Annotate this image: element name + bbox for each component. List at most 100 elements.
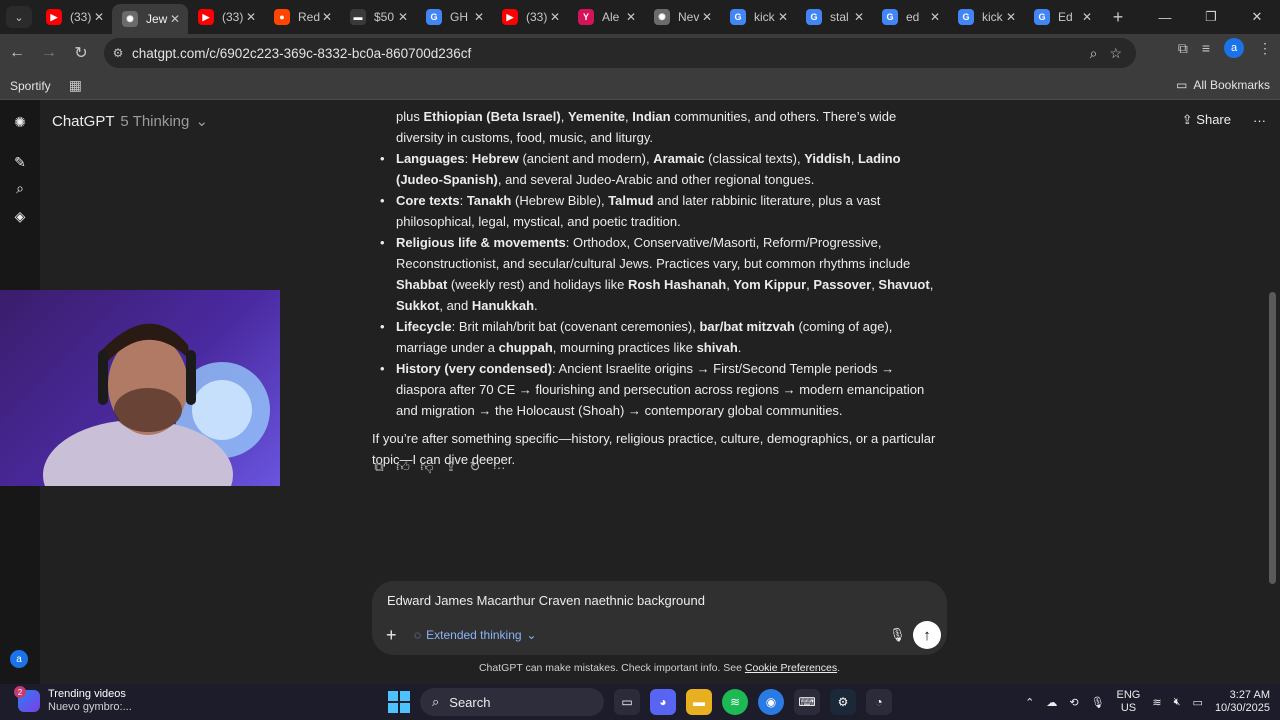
openai-logo-icon[interactable]: ✺ xyxy=(10,112,30,132)
thumbs-up-icon[interactable]: 👍︎ xyxy=(396,459,410,474)
prompt-input[interactable]: Edward James Macarthur Craven naethnic b… xyxy=(387,593,705,608)
apps-grid-icon[interactable]: ▦ xyxy=(69,77,82,94)
tab-title: Ale xyxy=(602,10,620,24)
profile-avatar[interactable]: a xyxy=(1224,38,1244,58)
onedrive-icon[interactable]: ☁ xyxy=(1046,696,1057,709)
address-bar[interactable]: ⚙ chatgpt.com/c/6902c223-369c-8332-bc0a-… xyxy=(104,38,1136,68)
extended-thinking-toggle[interactable]: ◌ Extended thinking ⌄ xyxy=(414,628,537,642)
browser-tab[interactable]: ▶ (33) ✕ xyxy=(36,3,112,31)
copy-icon[interactable]: ⧉ xyxy=(372,459,386,474)
tab-close-icon[interactable]: ✕ xyxy=(168,12,182,26)
browser-tab[interactable]: ▬ $50 ✕ xyxy=(340,3,416,31)
close-window-button[interactable]: ✕ xyxy=(1234,0,1280,34)
battery-icon[interactable]: ▭ xyxy=(1193,696,1203,709)
browser-menu-icon[interactable]: ⋮ xyxy=(1258,40,1272,57)
tab-close-icon[interactable]: ✕ xyxy=(548,10,562,24)
mic-tray-icon[interactable]: 🎙︎ xyxy=(1091,696,1105,709)
search-icon: ⌕ xyxy=(432,694,440,709)
tab-close-icon[interactable]: ✕ xyxy=(624,10,638,24)
user-avatar[interactable]: a xyxy=(10,650,28,668)
taskbar-search[interactable]: ⌕ Search xyxy=(420,688,604,716)
browser-tab[interactable]: ✺ Jew ✕ xyxy=(112,4,188,34)
browser-tab[interactable]: ▶ (33) ✕ xyxy=(492,3,568,31)
tab-close-icon[interactable]: ✕ xyxy=(700,10,714,24)
share-icon[interactable]: ⇪ xyxy=(444,459,458,474)
browser-tab[interactable]: Ged ✕ xyxy=(872,3,948,31)
tab-search-button[interactable]: ⌄ xyxy=(6,6,32,28)
sync-icon[interactable]: ⟲ xyxy=(1069,696,1078,709)
url-text[interactable]: chatgpt.com/c/6902c223-369c-8332-bc0a-86… xyxy=(132,46,1090,61)
tab-close-icon[interactable]: ✕ xyxy=(928,10,942,24)
browser-tab[interactable]: Gkick ✕ xyxy=(948,3,1024,31)
widgets-button[interactable]: 2 Trending videos Nuevo gymbro:... xyxy=(14,686,132,714)
discord-icon[interactable]: ◕ xyxy=(650,689,676,715)
widget-title: Trending videos xyxy=(48,688,126,700)
more-options-icon[interactable]: ··· xyxy=(1253,113,1266,128)
reload-button[interactable]: ↻ xyxy=(66,38,96,68)
wifi-icon[interactable]: ≋ xyxy=(1152,696,1161,709)
more-icon[interactable]: ··· xyxy=(492,460,506,475)
browser-tab-strip: ⌄ ▶ (33) ✕ ✺ Jew ✕ ▶ (33) ✕ ● Red ✕ ▬ $50 ✕ G GH ✕ ▶ (33) ✕ Y… xyxy=(0,0,1280,34)
media-control-icon[interactable]: ≡ xyxy=(1202,40,1210,56)
tab-close-icon[interactable]: ✕ xyxy=(852,10,866,24)
chrome-icon[interactable]: ◉ xyxy=(758,689,784,715)
add-attachment-icon[interactable]: + xyxy=(386,625,397,646)
start-button[interactable] xyxy=(388,691,410,713)
microphone-icon[interactable]: 🎙︎ xyxy=(889,627,906,643)
spotify-icon[interactable]: ≋ xyxy=(722,689,748,715)
browser-tab[interactable]: G GH ✕ xyxy=(416,3,492,31)
library-icon[interactable]: ◈ xyxy=(10,206,30,226)
app-icon[interactable]: ◔ xyxy=(866,689,892,715)
bullet-list: Languages: Hebrew (ancient and modern), … xyxy=(372,148,946,421)
model-selector[interactable]: ChatGPT 5 Thinking ⌄ xyxy=(52,112,208,130)
share-button[interactable]: ⇪ Share xyxy=(1182,112,1231,128)
extensions-icon[interactable]: ⧉ xyxy=(1178,40,1188,57)
back-button[interactable]: ← xyxy=(2,38,32,68)
browser-tab[interactable]: ✺ Nev ✕ xyxy=(644,3,720,31)
tab-title: (33) xyxy=(70,10,92,24)
language-indicator[interactable]: ENG US xyxy=(1117,689,1141,715)
window-controls: — ❐ ✕ xyxy=(1142,0,1280,34)
forward-button[interactable]: → xyxy=(34,38,64,68)
tab-close-icon[interactable]: ✕ xyxy=(92,10,106,24)
browser-tab[interactable]: Gkick ✕ xyxy=(720,3,796,31)
thumbs-down-icon[interactable]: 👎︎ xyxy=(420,459,434,474)
clock[interactable]: 3:27 AM 10/30/2025 xyxy=(1215,689,1270,715)
bookmark-star-icon[interactable]: ☆ xyxy=(1109,45,1122,62)
zoom-icon[interactable]: ⌕ xyxy=(1090,45,1098,62)
scrollbar[interactable] xyxy=(1269,292,1276,584)
cookie-preferences-link[interactable]: Cookie Preferences xyxy=(745,662,837,674)
browser-tab[interactable]: ● Red ✕ xyxy=(264,3,340,31)
tray-overflow-icon[interactable]: ⌃ xyxy=(1025,696,1034,709)
new-chat-icon[interactable]: ✎ xyxy=(10,152,30,172)
xbox-icon[interactable]: ⌨ xyxy=(794,689,820,715)
search-chats-icon[interactable]: ⌕ xyxy=(10,178,30,198)
tab-title: (33) xyxy=(526,10,548,24)
site-info-icon[interactable]: ⚙ xyxy=(104,46,132,60)
file-explorer-icon[interactable]: ▬ xyxy=(686,689,712,715)
tab-close-icon[interactable]: ✕ xyxy=(244,10,258,24)
tab-close-icon[interactable]: ✕ xyxy=(472,10,486,24)
tab-close-icon[interactable]: ✕ xyxy=(1080,10,1094,24)
tab-close-icon[interactable]: ✕ xyxy=(1004,10,1018,24)
volume-icon[interactable]: 🔇︎ xyxy=(1174,696,1181,709)
browser-tab[interactable]: Y Ale ✕ xyxy=(568,3,644,31)
send-button[interactable]: ↑ xyxy=(913,621,941,649)
browser-tab[interactable]: Gstal ✕ xyxy=(796,3,872,31)
minimize-button[interactable]: — xyxy=(1142,0,1188,34)
tab-close-icon[interactable]: ✕ xyxy=(396,10,410,24)
browser-tab[interactable]: ▶ (33) ✕ xyxy=(188,3,264,31)
tab-list: ▶ (33) ✕ ✺ Jew ✕ ▶ (33) ✕ ● Red ✕ ▬ $50 ✕ G GH ✕ ▶ (33) ✕ Y Al… xyxy=(36,0,1100,34)
regenerate-icon[interactable]: ↻ xyxy=(468,459,482,474)
tab-close-icon[interactable]: ✕ xyxy=(776,10,790,24)
restore-button[interactable]: ❐ xyxy=(1188,0,1234,34)
tab-favicon-icon: G xyxy=(806,9,822,25)
bookmark-spotify[interactable]: Sportify xyxy=(10,79,51,93)
all-bookmarks-label: All Bookmarks xyxy=(1193,78,1270,92)
browser-tab[interactable]: G Ed ✕ xyxy=(1024,3,1100,31)
tab-close-icon[interactable]: ✕ xyxy=(320,10,334,24)
steam-icon[interactable]: ⚙ xyxy=(830,689,856,715)
all-bookmarks[interactable]: ▭ All Bookmarks xyxy=(1176,78,1270,92)
task-view-icon[interactable]: ▭ xyxy=(614,689,640,715)
new-tab-button[interactable]: + xyxy=(1104,7,1132,28)
